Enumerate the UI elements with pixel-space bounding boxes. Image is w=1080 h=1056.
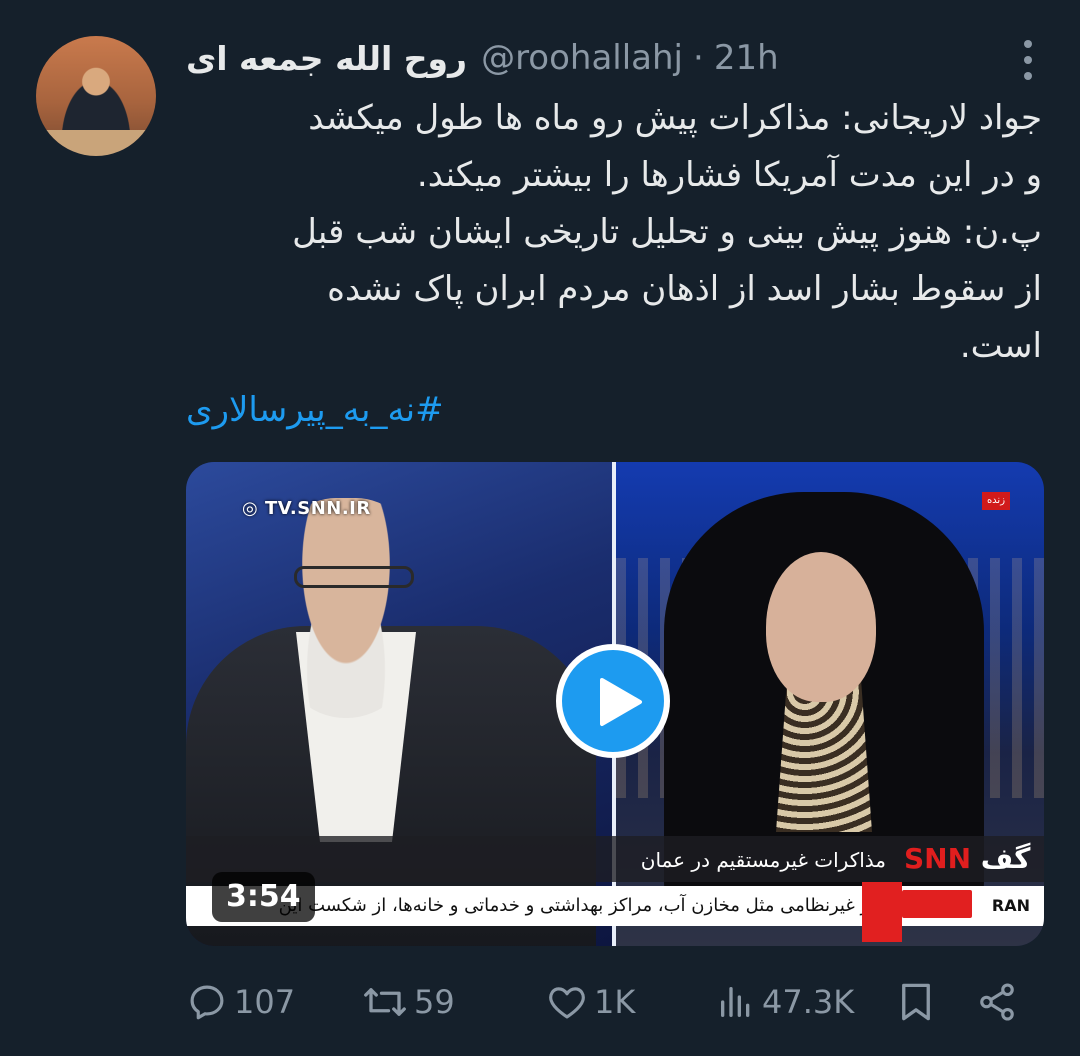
views-count: 47.3K [762,983,855,1021]
reply-icon [190,985,224,1020]
heart-icon [549,987,585,1019]
instagram-icon: ◎ [242,498,259,519]
play-icon [600,678,642,726]
watermark-text: TV.SNN.IR [265,498,371,519]
reply-count: 107 [234,983,296,1021]
reply-button[interactable]: 107 [186,974,295,1030]
author-handle[interactable]: @roohallahj [481,38,683,78]
ticker-right-text: RAN [991,896,1030,915]
more-dot [1024,56,1032,64]
tweet-text-line: از سقوط بشار اسد از اذهان مردم ابران پاک… [327,269,1042,309]
like-count: 1K [594,983,636,1021]
play-button[interactable] [556,644,670,758]
headline-text: مذاکرات غیرمستقیم در عمان [640,848,886,872]
tweet-text-line: پ.ن: هنوز پیش بینی و تحلیل تاریخی ایشان … [292,212,1042,252]
share-icon [980,983,1014,1021]
views-icon [721,987,750,1017]
tweet-time[interactable]: 21h [714,38,779,78]
avatar[interactable] [36,36,156,156]
share-button[interactable] [976,974,1018,1030]
avatar-desk [36,130,156,156]
live-badge: زنده [982,492,1010,510]
hashtag-link[interactable]: #نه_به_پیرسالاری [186,382,1042,439]
tweet-header: روح الله جمعه ای @roohallahj · 21h [186,30,1010,86]
tweet-text-line: جواد لاریجانی: مذاکرات پیش رو ماه ها طول… [308,98,1042,138]
repost-button[interactable]: 59 [362,974,455,1030]
ticker-red-block [862,882,902,942]
channel-logo-accent: SNN [904,842,972,875]
more-dot [1024,72,1032,80]
tweet-actions: 107 59 1K 47.3K [186,974,1040,1030]
tweet-text-line: و در این مدت آمریکا فشارها را بیشتر میکن… [416,155,1042,195]
speaker-glasses [294,566,414,588]
video-watermark: ◎ TV.SNN.IR [242,498,371,519]
tweet-text-line: است. [959,326,1042,366]
more-icon[interactable] [1022,40,1034,80]
speaker-head [278,498,414,718]
header-separator: · [693,38,704,78]
host-face [766,552,876,702]
repost-count: 59 [414,983,455,1021]
ticker-brand-tag [902,890,972,918]
more-dot [1024,40,1032,48]
repost-icon [364,988,406,1016]
headline-prefix: گف [980,842,1031,875]
video-duration: 3:54 [212,872,315,922]
tweet-text: جواد لاریجانی: مذاکرات پیش رو ماه ها طول… [186,90,1042,375]
author-display-name[interactable]: روح الله جمعه ای [186,39,467,78]
bookmark-icon [902,983,930,1021]
channel-logo: SNN گف [896,842,1038,876]
views-button[interactable]: 47.3K [716,974,854,1030]
bookmark-button[interactable] [898,974,934,1030]
like-button[interactable]: 1K [546,974,635,1030]
video-player[interactable]: ◎ TV.SNN.IR زنده مذاکرات غیرمستقیم در عم… [186,462,1044,946]
